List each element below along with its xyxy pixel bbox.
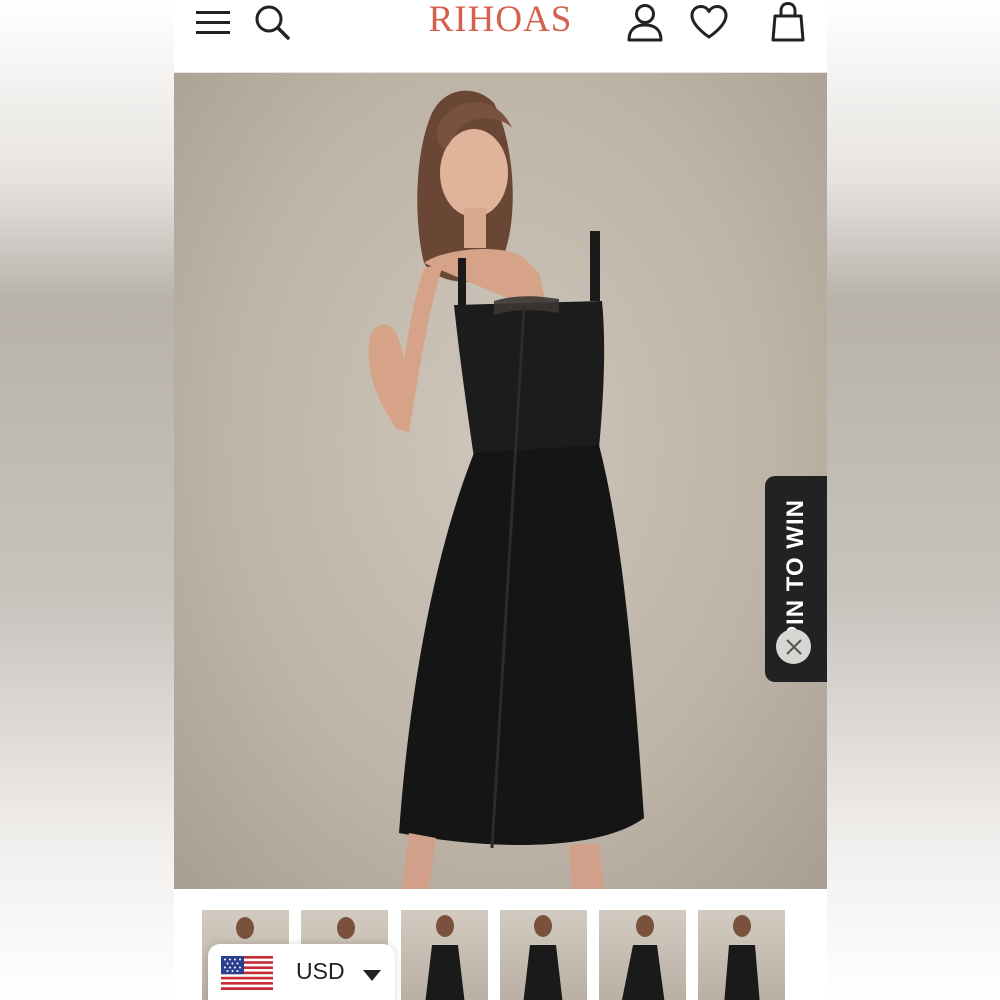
- bag-button[interactable]: [770, 0, 806, 44]
- thumbnail-image: [622, 915, 665, 1000]
- close-icon: [785, 638, 802, 655]
- thumbnail-image: [523, 915, 563, 1000]
- thumbnail-5[interactable]: [599, 910, 686, 1000]
- caret-down-icon: [363, 970, 381, 981]
- close-promo-button[interactable]: [776, 629, 811, 664]
- us-flag-icon: [221, 956, 273, 990]
- thumbnail-3[interactable]: [401, 910, 488, 1000]
- currency-selector[interactable]: USD: [208, 944, 395, 1000]
- account-button[interactable]: [626, 0, 664, 44]
- wishlist-icon: [690, 5, 728, 39]
- product-hero-image[interactable]: SPIN TO WIN: [174, 73, 827, 889]
- thumbnail-image: [724, 915, 760, 1000]
- bag-icon: [771, 2, 805, 42]
- thumbnail-image: [425, 915, 465, 1000]
- thumbnail-6[interactable]: [698, 910, 785, 1000]
- thumbnail-4[interactable]: [500, 910, 587, 1000]
- model-illustration: [368, 90, 644, 889]
- wishlist-button[interactable]: [688, 0, 730, 44]
- app-viewport: RIHOAS SPIN TO WIN USD: [174, 0, 827, 1000]
- currency-code: USD: [296, 958, 345, 984]
- account-icon: [627, 4, 663, 42]
- site-header: RIHOAS: [174, 0, 827, 73]
